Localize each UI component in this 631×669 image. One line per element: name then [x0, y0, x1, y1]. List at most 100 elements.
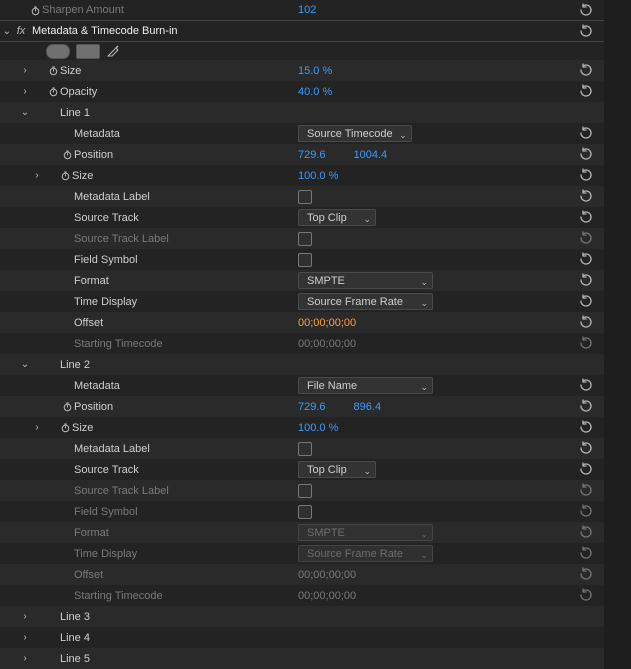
position-y[interactable]: 896.4 [354, 401, 382, 413]
reset-icon[interactable] [578, 84, 594, 98]
reset-icon[interactable] [578, 399, 594, 413]
stopwatch-icon[interactable] [60, 400, 74, 414]
reset-icon[interactable] [578, 3, 594, 17]
reset-icon[interactable] [578, 420, 594, 434]
format-select[interactable]: SMPTE⌄ [298, 272, 433, 289]
param-value[interactable]: 102 [298, 4, 316, 16]
group-line2: ⌄ Line 2 [0, 354, 604, 375]
line1-metadata: Metadata Source Timecode⌄ [0, 123, 604, 144]
line1-source-track: Source Track Top Clip⌄ [0, 207, 604, 228]
reset-icon[interactable] [578, 210, 594, 224]
reset-icon[interactable] [578, 24, 594, 38]
source-track-select[interactable]: Top Clip⌄ [298, 209, 376, 226]
chevron-down-icon[interactable]: ⌄ [0, 107, 32, 118]
chevron-right-icon[interactable]: › [0, 86, 32, 97]
line2-size: › Size 100.0 % [0, 417, 604, 438]
chevron-right-icon[interactable]: › [0, 170, 44, 181]
line2-format: Format SMPTE⌄ [0, 522, 604, 543]
param-value[interactable]: 15.0 % [298, 65, 332, 77]
field-symbol-checkbox[interactable] [298, 505, 312, 519]
param-label: Size [72, 422, 93, 434]
line1-offset: Offset 00;00;00;00 [0, 312, 604, 333]
chevron-down-icon: ⌄ [420, 277, 428, 288]
stopwatch-icon[interactable] [60, 148, 74, 162]
reset-icon[interactable] [578, 441, 594, 455]
time-display-select: Source Frame Rate⌄ [298, 545, 433, 562]
reset-icon[interactable] [578, 189, 594, 203]
pen-icon[interactable] [106, 44, 120, 58]
line2-offset: Offset 00;00;00;00 [0, 564, 604, 585]
chevron-down-icon: ⌄ [363, 466, 371, 477]
param-label: Offset [74, 317, 103, 329]
offset-value[interactable]: 00;00;00;00 [298, 317, 356, 329]
reset-icon[interactable] [578, 63, 594, 77]
mask-ellipse-button[interactable] [46, 44, 70, 59]
stopwatch-icon[interactable] [46, 85, 60, 99]
param-label: Size [72, 170, 93, 182]
param-label: Format [74, 275, 109, 287]
group-line1: ⌄ Line 1 [0, 102, 604, 123]
position-x[interactable]: 729.6 [298, 149, 326, 161]
chevron-down-icon[interactable]: ⌄ [0, 359, 32, 370]
param-label: Source Track Label [74, 485, 169, 497]
reset-icon[interactable] [578, 126, 594, 140]
fx-icon[interactable]: fx [14, 25, 28, 37]
reset-icon[interactable] [578, 462, 594, 476]
chevron-right-icon[interactable]: › [0, 653, 32, 664]
reset-icon[interactable] [578, 315, 594, 329]
reset-icon[interactable] [578, 588, 594, 602]
metadata-label-checkbox[interactable] [298, 442, 312, 456]
param-label: Metadata Label [74, 191, 150, 203]
param-label: Metadata [74, 128, 120, 140]
chevron-right-icon[interactable]: › [0, 422, 44, 433]
reset-icon[interactable] [578, 147, 594, 161]
param-value[interactable]: 100.0 % [298, 170, 338, 182]
reset-icon[interactable] [578, 294, 594, 308]
stopwatch-icon[interactable] [58, 421, 72, 435]
chevron-right-icon[interactable]: › [0, 632, 32, 643]
reset-icon[interactable] [578, 525, 594, 539]
chevron-right-icon[interactable]: › [0, 611, 32, 622]
reset-icon[interactable] [578, 252, 594, 266]
group-label: Line 4 [60, 632, 90, 644]
source-track-label-checkbox[interactable] [298, 232, 312, 246]
reset-icon[interactable] [578, 567, 594, 581]
metadata-select[interactable]: Source Timecode⌄ [298, 125, 412, 142]
stopwatch-icon[interactable] [46, 64, 60, 78]
param-label: Sharpen Amount [42, 4, 124, 16]
source-track-select[interactable]: Top Clip⌄ [298, 461, 376, 478]
line2-metadata-label: Metadata Label [0, 438, 604, 459]
mask-rect-button[interactable] [76, 44, 100, 59]
reset-icon[interactable] [578, 504, 594, 518]
param-value[interactable]: 100.0 % [298, 422, 338, 434]
position-y[interactable]: 1004.4 [354, 149, 388, 161]
chevron-down-icon[interactable]: ⌄ [0, 26, 14, 37]
stopwatch-icon[interactable] [28, 3, 42, 17]
param-label: Starting Timecode [74, 590, 163, 602]
stopwatch-icon[interactable] [58, 169, 72, 183]
field-symbol-checkbox[interactable] [298, 253, 312, 267]
reset-icon[interactable] [578, 483, 594, 497]
reset-icon[interactable] [578, 273, 594, 287]
param-label: Format [74, 527, 109, 539]
line1-source-track-label: Source Track Label [0, 228, 604, 249]
param-value[interactable]: 40.0 % [298, 86, 332, 98]
reset-icon[interactable] [578, 168, 594, 182]
reset-icon[interactable] [578, 546, 594, 560]
reset-icon[interactable] [578, 378, 594, 392]
position-x[interactable]: 729.6 [298, 401, 326, 413]
param-label: Time Display [74, 548, 137, 560]
offset-value: 00;00;00;00 [298, 569, 356, 581]
param-opacity: › Opacity 40.0 % [0, 81, 604, 102]
line2-source-track-label: Source Track Label [0, 480, 604, 501]
reset-icon[interactable] [578, 231, 594, 245]
group-label: Line 1 [60, 107, 90, 119]
chevron-right-icon[interactable]: › [0, 65, 32, 76]
param-label: Metadata Label [74, 443, 150, 455]
reset-icon[interactable] [578, 336, 594, 350]
metadata-label-checkbox[interactable] [298, 190, 312, 204]
chevron-down-icon: ⌄ [420, 382, 428, 393]
time-display-select[interactable]: Source Frame Rate⌄ [298, 293, 433, 310]
source-track-label-checkbox[interactable] [298, 484, 312, 498]
metadata-select[interactable]: File Name⌄ [298, 377, 433, 394]
